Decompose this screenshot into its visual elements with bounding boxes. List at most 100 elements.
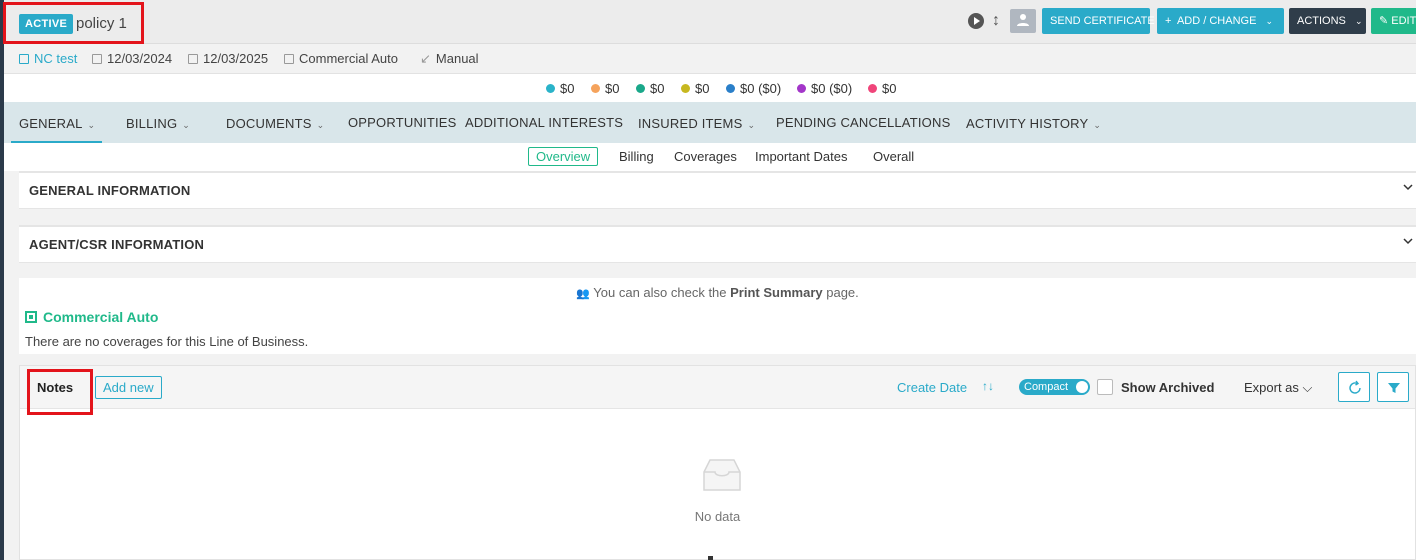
tab-opportunities-label: OPPORTUNITIES <box>348 115 457 130</box>
sort-order-icon[interactable]: ↑↓ <box>982 379 994 393</box>
panel-title: AGENT/CSR INFORMATION <box>29 237 205 252</box>
export-as-dropdown[interactable]: Export as ⌵ <box>1244 380 1312 396</box>
no-coverages-message: There are no coverages for this Line of … <box>25 334 309 349</box>
amount-value: $0 ($0) <box>740 81 782 96</box>
lob-square-icon <box>284 54 294 64</box>
policy-header: ACTIVE policy 1 ↕ SEND CERTIFICATE + ADD… <box>3 0 1416 44</box>
show-archived-checkbox[interactable] <box>1097 379 1113 395</box>
play-circle-icon[interactable] <box>968 13 984 29</box>
send-certificate-button[interactable]: SEND CERTIFICATE <box>1042 8 1155 34</box>
insured-link[interactable]: NC test <box>19 51 77 66</box>
insured-name: NC test <box>34 51 78 66</box>
subtab-coverages[interactable]: Coverages <box>674 149 737 164</box>
amount-item: $0 <box>868 81 896 96</box>
contact-card-icon <box>19 54 29 64</box>
actions-button[interactable]: ACTIONS ⌄ <box>1289 8 1366 34</box>
compact-label: Compact <box>1024 381 1069 393</box>
expiration-date: 12/03/2025 <box>188 51 268 66</box>
tab-additional-interests-label: ADDITIONAL INTERESTS <box>465 115 624 130</box>
filter-button[interactable] <box>1377 372 1409 402</box>
tab-opportunities[interactable]: OPPORTUNITIES <box>348 115 457 130</box>
agent-csr-information-panel[interactable]: AGENT/CSR INFORMATION <box>19 225 1416 263</box>
sort-field-select[interactable]: Create Date <box>897 380 967 395</box>
tab-pending-cancellations-label: PENDING CANCELLATIONS <box>776 115 951 130</box>
expiration-date-value: 12/03/2025 <box>203 51 269 66</box>
vertical-arrows-icon[interactable]: ↕ <box>987 12 1005 30</box>
print-summary-note: 👥 You can also check the Print Summary p… <box>19 285 1416 300</box>
tab-general[interactable]: GENERAL ⌄ <box>19 116 95 131</box>
actions-label: ACTIONS <box>1297 15 1346 27</box>
policy-name: policy 1 <box>76 15 127 32</box>
amount-value: $0 <box>605 81 620 96</box>
tab-activity-history[interactable]: ACTIVITY HISTORY ⌄ <box>966 116 1101 131</box>
subtab-important-dates[interactable]: Important Dates <box>755 149 848 164</box>
tab-documents-label: DOCUMENTS <box>226 116 312 131</box>
effective-date: 12/03/2024 <box>92 51 172 66</box>
show-archived-label: Show Archived <box>1121 380 1215 395</box>
compact-toggle[interactable]: Compact <box>1019 379 1090 395</box>
user-icon <box>1017 14 1029 26</box>
print-note-suffix: page. <box>822 285 859 300</box>
calendar-icon <box>188 54 198 64</box>
chevron-down-icon <box>1403 184 1413 191</box>
tab-documents[interactable]: DOCUMENTS ⌄ <box>226 116 324 131</box>
edit-button[interactable]: ✎ EDIT <box>1371 8 1416 34</box>
status-badge: ACTIVE <box>19 14 74 34</box>
color-dot-icon <box>591 84 600 93</box>
color-dot-icon <box>636 84 645 93</box>
arrow-down-left-icon: ↙ <box>420 51 431 66</box>
amount-item: $0 <box>546 81 574 96</box>
tab-activity-history-label: ACTIVITY HISTORY <box>966 116 1089 131</box>
chevron-down-icon: ⌄ <box>1354 16 1363 26</box>
send-certificate-label: SEND CERTIFICATE <box>1050 15 1155 27</box>
tab-billing[interactable]: BILLING ⌄ <box>126 116 190 131</box>
tab-additional-interests[interactable]: ADDITIONAL INTERESTS <box>465 115 623 130</box>
add-change-button[interactable]: + ADD / CHANGE ⌄ <box>1157 8 1284 34</box>
amount-item: $0 <box>591 81 619 96</box>
sub-tabs: Overview Billing Coverages Important Dat… <box>4 143 1416 171</box>
subtab-overall[interactable]: Overall <box>873 149 914 164</box>
color-dot-icon <box>681 84 690 93</box>
chevron-down-icon: ⌄ <box>182 120 191 130</box>
premium-summary-row: $0 $0 $0 $0 $0 ($0) $0 ($0) $0 <box>4 74 1416 102</box>
amount-item: $0 ($0) <box>726 81 781 96</box>
subtab-overview[interactable]: Overview <box>528 147 599 166</box>
general-information-panel[interactable]: GENERAL INFORMATION <box>19 171 1416 209</box>
chevron-down-icon: ⌄ <box>316 120 325 130</box>
assign-user-button[interactable] <box>1010 9 1036 33</box>
policy-page: ACTIVE policy 1 ↕ SEND CERTIFICATE + ADD… <box>3 0 1416 560</box>
chevron-down-icon: ⌄ <box>1265 16 1274 26</box>
export-as-label: Export as <box>1244 380 1299 395</box>
empty-inbox-icon <box>703 459 741 491</box>
tab-billing-label: BILLING <box>126 116 178 131</box>
refresh-icon <box>1349 380 1361 394</box>
amount-item: $0 <box>636 81 664 96</box>
add-new-note-button[interactable]: Add new <box>95 376 162 399</box>
amount-value: $0 <box>695 81 710 96</box>
tab-pending-cancellations[interactable]: PENDING CANCELLATIONS <box>776 115 950 130</box>
resize-handle-bottom[interactable] <box>708 556 713 560</box>
tab-insured-items-label: INSURED ITEMS <box>638 116 743 131</box>
amount-value: $0 <box>560 81 575 96</box>
plus-icon: + <box>1165 15 1172 27</box>
color-dot-icon <box>546 84 555 93</box>
toggle-knob <box>1076 381 1088 393</box>
add-change-label: ADD / CHANGE <box>1176 15 1257 27</box>
chevron-down-icon: ⌄ <box>747 120 756 130</box>
chevron-down-icon: ⌄ <box>87 120 96 130</box>
lob-square-icon <box>25 311 37 323</box>
tab-insured-items[interactable]: INSURED ITEMS ⌄ <box>638 116 755 131</box>
panel-title: GENERAL INFORMATION <box>29 183 191 198</box>
coverage-section: 👥 You can also check the Print Summary p… <box>19 278 1416 354</box>
notes-title: Notes <box>37 380 74 395</box>
line-of-business-value: Commercial Auto <box>299 51 398 66</box>
refresh-button[interactable] <box>1338 372 1370 402</box>
subtab-billing[interactable]: Billing <box>619 149 654 164</box>
chevron-down-icon: ⌄ <box>1093 120 1102 130</box>
print-summary-link[interactable]: Print Summary <box>730 285 822 300</box>
notes-section: Notes Add new Create Date ↑↓ Compact Sho… <box>19 365 1416 560</box>
filter-icon <box>1388 383 1400 393</box>
effective-date-value: 12/03/2024 <box>107 51 173 66</box>
amount-item: $0 ($0) <box>797 81 852 96</box>
policy-source: ↙ Manual <box>420 51 479 67</box>
